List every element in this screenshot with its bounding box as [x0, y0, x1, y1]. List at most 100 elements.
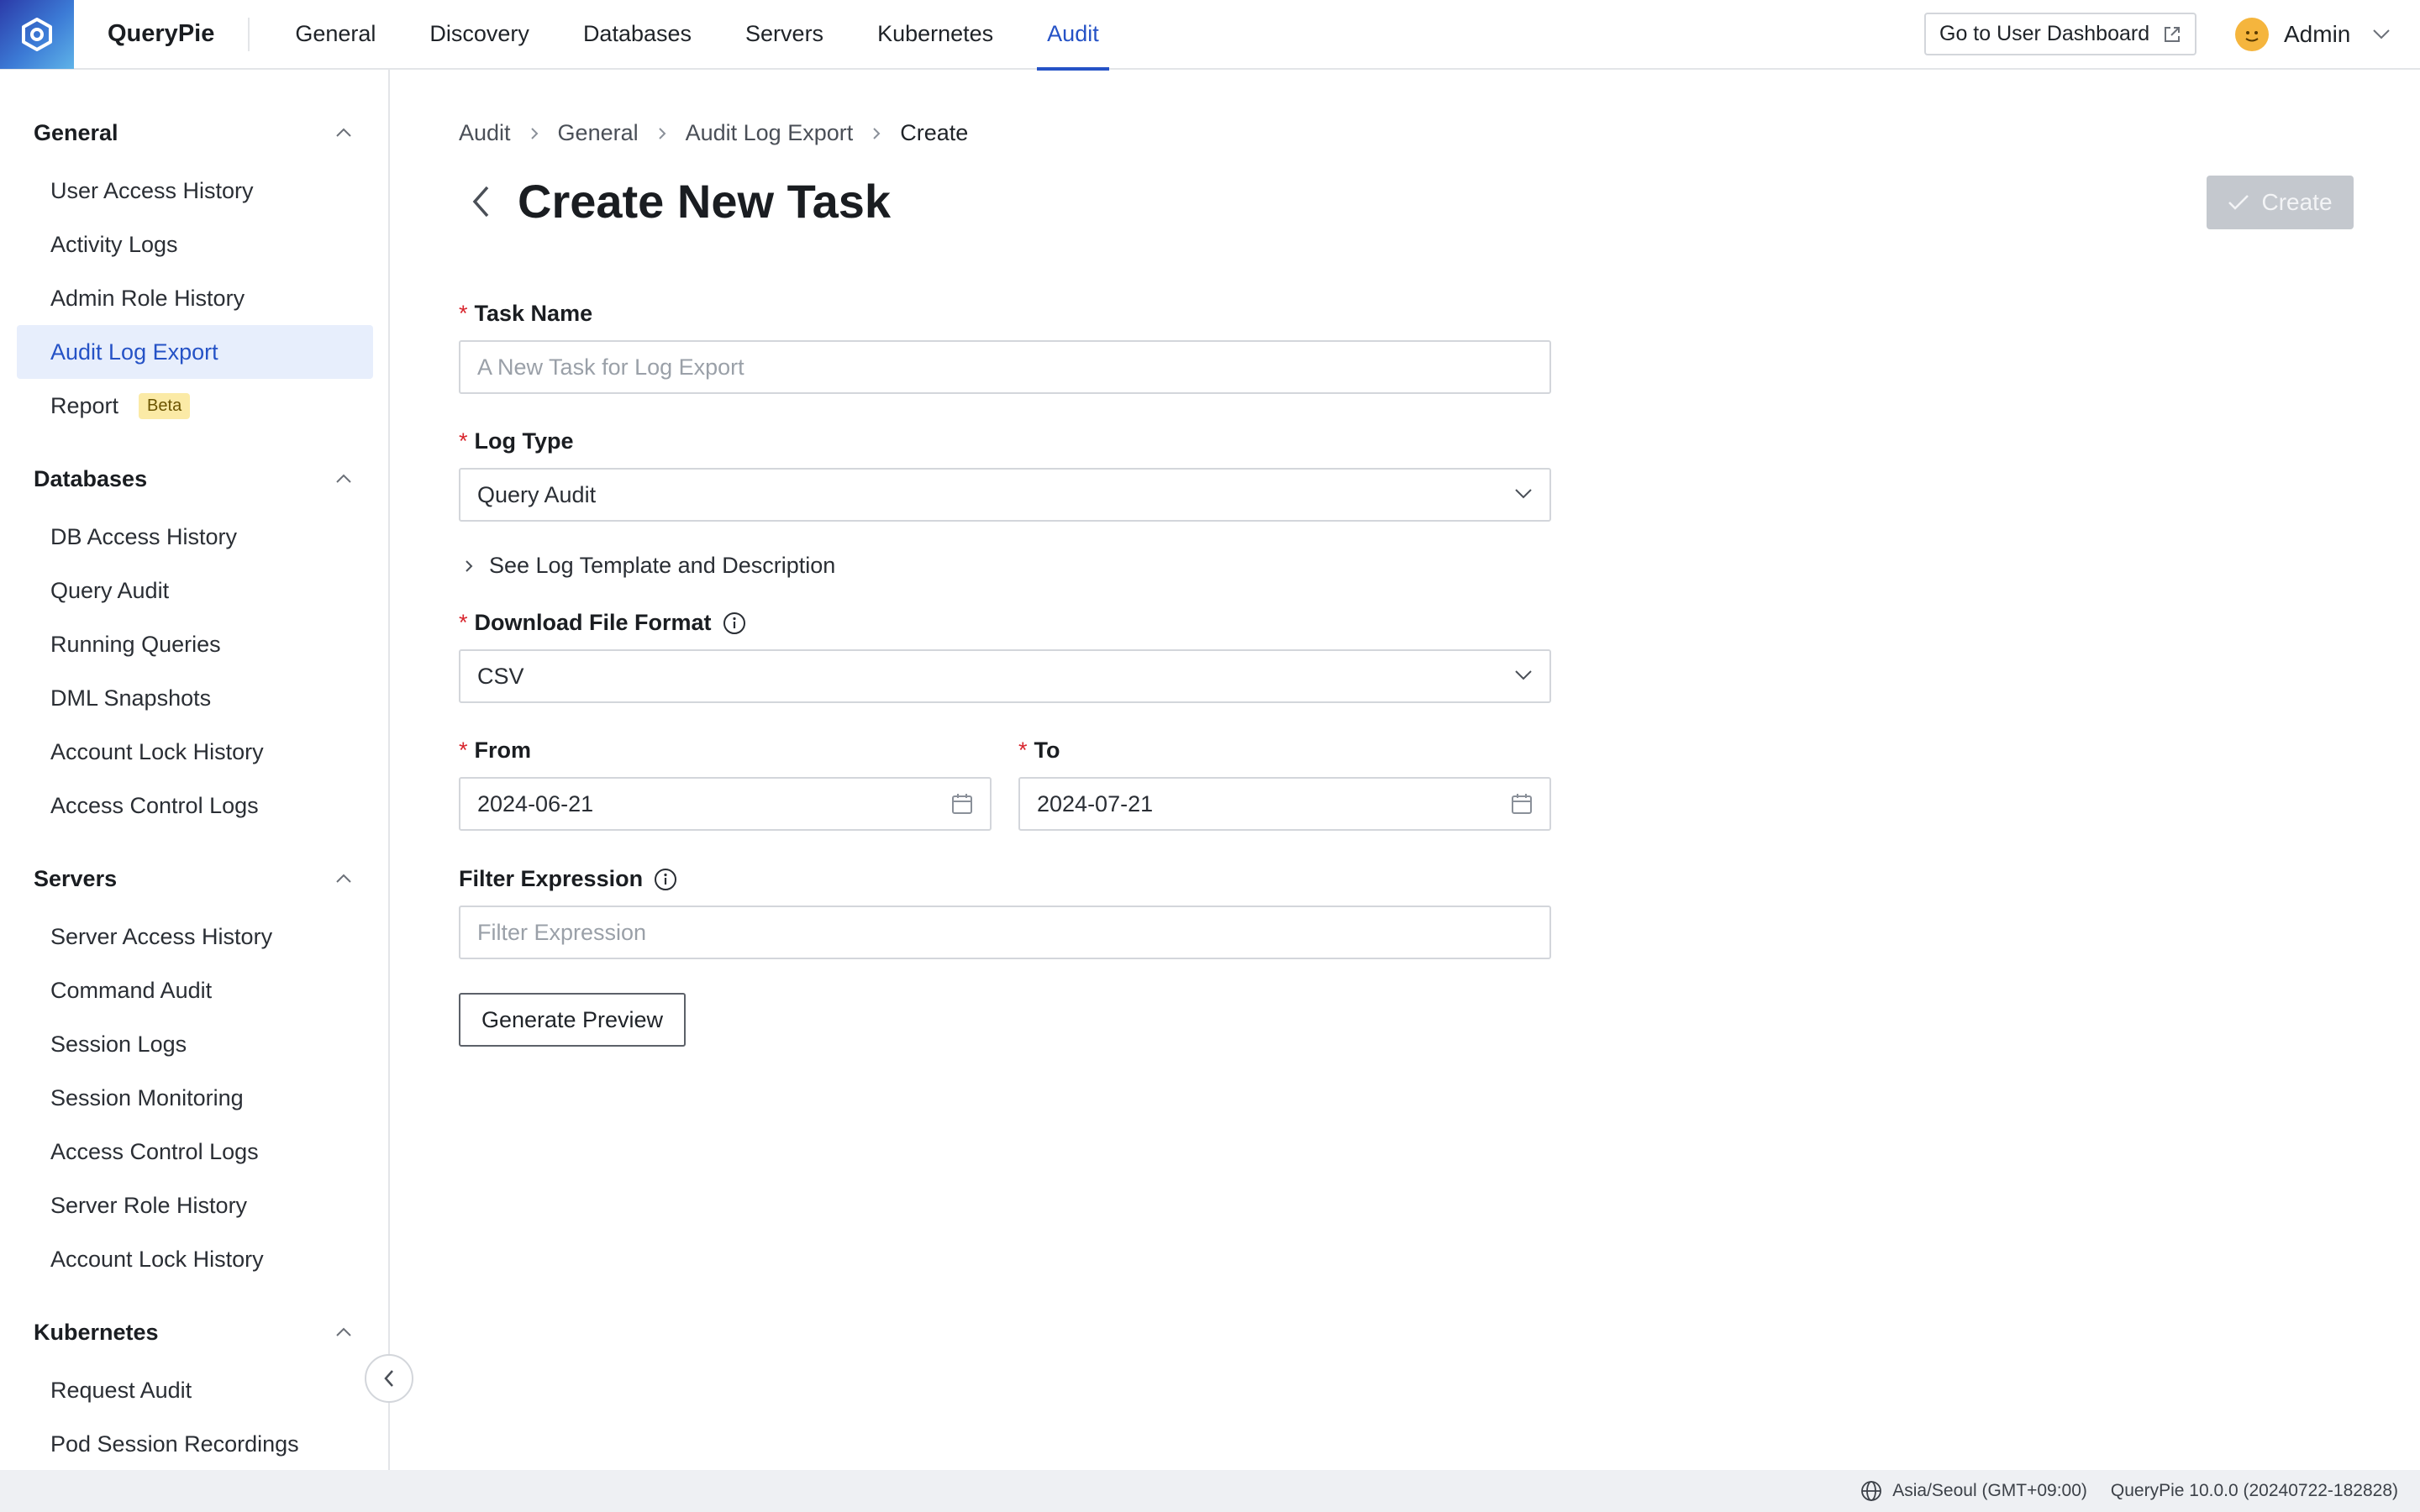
sidebar-item-query-audit[interactable]: Query Audit — [17, 564, 373, 617]
sidebar-item-audit-log-export[interactable]: Audit Log Export — [17, 325, 373, 379]
top-nav-servers[interactable]: Servers — [745, 0, 823, 69]
task-name-input[interactable] — [477, 354, 1549, 381]
sidebar-item-server-access-control-logs[interactable]: Access Control Logs — [17, 1125, 373, 1179]
filter-expression-field[interactable] — [459, 906, 1551, 959]
chevron-up-icon[interactable] — [334, 127, 353, 139]
sidebar-item-user-access-history[interactable]: User Access History — [17, 164, 373, 218]
sidebar-section-kubernetes[interactable]: Kubernetes — [34, 1320, 159, 1346]
sidebar-item-pod-session-recordings[interactable]: Pod Session Recordings — [17, 1417, 373, 1471]
sidebar-item-server-role-history[interactable]: Server Role History — [17, 1179, 373, 1232]
chevron-down-icon — [1515, 670, 1532, 680]
file-format-select[interactable]: CSV — [459, 649, 1551, 703]
task-name-field[interactable] — [459, 340, 1551, 394]
required-asterisk: * — [459, 428, 468, 454]
from-date-field[interactable]: 2024-06-21 — [459, 777, 992, 831]
external-link-icon — [2165, 27, 2180, 42]
breadcrumb: Audit General Audit Log Export Create — [459, 120, 968, 146]
log-type-value: Query Audit — [477, 481, 597, 507]
top-nav-audit[interactable]: Audit — [1037, 0, 1109, 71]
sidebar-item-report[interactable]: Report Beta — [17, 379, 373, 433]
log-template-toggle[interactable]: See Log Template and Description — [459, 553, 835, 579]
top-nav-discovery[interactable]: Discovery — [429, 0, 529, 69]
sidebar-item-command-audit[interactable]: Command Audit — [17, 963, 373, 1017]
from-label: * From — [459, 738, 531, 764]
sidebar-item-label: Access Control Logs — [50, 1138, 259, 1164]
sidebar-item-label: Running Queries — [50, 631, 221, 657]
sidebar-item-label: Account Lock History — [50, 738, 264, 764]
info-icon[interactable] — [653, 867, 678, 892]
filter-expression-label: Filter Expression — [459, 866, 678, 892]
sidebar-item-server-access-history[interactable]: Server Access History — [17, 910, 373, 963]
sidebar-item-running-queries[interactable]: Running Queries — [17, 617, 373, 671]
filter-expression-input[interactable] — [477, 919, 1549, 946]
sidebar-item-label: Account Lock History — [50, 1246, 264, 1272]
beta-badge: Beta — [139, 392, 191, 419]
log-template-toggle-label: See Log Template and Description — [489, 553, 836, 578]
top-nav-general[interactable]: General — [295, 0, 376, 69]
sidebar-item-label: Access Control Logs — [50, 792, 259, 818]
sidebar-section-databases[interactable]: Databases — [34, 466, 147, 492]
version-label: QueryPie 10.0.0 (20240722-182828) — [2110, 1481, 2398, 1500]
sidebar-section-servers[interactable]: Servers — [34, 866, 117, 892]
breadcrumb-audit-log-export[interactable]: Audit Log Export — [686, 120, 854, 146]
to-label: * To — [1018, 738, 1060, 764]
top-navigation-bar: QueryPie General Discovery Databases Ser… — [0, 0, 2420, 71]
sidebar: General User Access History Activity Log… — [0, 70, 390, 1470]
globe-icon — [1861, 1481, 1882, 1501]
chevron-right-icon — [466, 559, 473, 572]
sidebar-item-admin-role-history[interactable]: Admin Role History — [17, 271, 373, 325]
breadcrumb-audit[interactable]: Audit — [459, 120, 511, 146]
info-icon[interactable] — [722, 611, 747, 636]
sidebar-item-label: Admin Role History — [50, 285, 245, 311]
to-date-field[interactable]: 2024-07-21 — [1018, 777, 1551, 831]
sidebar-item-request-audit[interactable]: Request Audit — [17, 1363, 373, 1417]
app-name: QueryPie — [108, 20, 215, 47]
sidebar-item-db-access-control-logs[interactable]: Access Control Logs — [17, 779, 373, 832]
sidebar-item-server-account-lock-history[interactable]: Account Lock History — [17, 1232, 373, 1286]
sidebar-item-db-access-history[interactable]: DB Access History — [17, 510, 373, 564]
log-type-label: * Log Type — [459, 428, 574, 454]
sidebar-item-session-logs[interactable]: Session Logs — [17, 1017, 373, 1071]
back-button[interactable] — [464, 181, 497, 223]
sidebar-item-label: Request Audit — [50, 1377, 192, 1403]
top-divider — [248, 17, 250, 51]
page-title: Create New Task — [518, 175, 892, 228]
chevron-right-icon — [871, 125, 881, 142]
log-type-select[interactable]: Query Audit — [459, 468, 1551, 522]
calendar-icon[interactable] — [951, 792, 973, 816]
sidebar-item-label: Query Audit — [50, 577, 170, 603]
sidebar-item-label: DB Access History — [50, 523, 238, 549]
querypie-logo[interactable] — [0, 0, 74, 69]
sidebar-item-label: Server Access History — [50, 923, 273, 949]
timezone-label: Asia/Seoul (GMT+09:00) — [1892, 1481, 2087, 1500]
calendar-icon[interactable] — [1511, 792, 1533, 816]
chevron-right-icon — [529, 125, 539, 142]
breadcrumb-general[interactable]: General — [558, 120, 639, 146]
main-content: Audit General Audit Log Export Create Cr… — [390, 70, 2420, 1470]
go-to-user-dashboard-button[interactable]: Go to User Dashboard — [1924, 13, 2196, 55]
sidebar-item-label: User Access History — [50, 177, 254, 203]
sidebar-item-session-monitoring[interactable]: Session Monitoring — [17, 1071, 373, 1125]
top-nav-kubernetes[interactable]: Kubernetes — [877, 0, 993, 69]
chevron-up-icon[interactable] — [334, 873, 353, 885]
status-footer: Asia/Seoul (GMT+09:00) QueryPie 10.0.0 (… — [0, 1470, 2420, 1512]
sidebar-item-label: Activity Logs — [50, 231, 178, 257]
top-nav-databases[interactable]: Databases — [583, 0, 692, 69]
user-name: Admin — [2284, 21, 2351, 47]
sidebar-item-label: Pod Session Recordings — [50, 1431, 299, 1457]
from-label-text: From — [474, 738, 532, 763]
chevron-up-icon[interactable] — [334, 473, 353, 485]
sidebar-item-dml-snapshots[interactable]: DML Snapshots — [17, 671, 373, 725]
file-format-label-text: Download File Format — [474, 610, 712, 635]
generate-preview-button[interactable]: Generate Preview — [459, 993, 686, 1047]
sidebar-item-activity-logs[interactable]: Activity Logs — [17, 218, 373, 271]
avatar-face-icon — [2245, 31, 2259, 42]
user-menu[interactable]: Admin — [2235, 15, 2391, 54]
timezone-selector[interactable]: Asia/Seoul (GMT+09:00) — [1860, 1480, 2087, 1502]
to-label-text: To — [1034, 738, 1060, 763]
task-name-label-text: Task Name — [474, 301, 593, 326]
sidebar-section-general[interactable]: General — [34, 120, 118, 146]
create-button[interactable]: Create — [2207, 176, 2354, 229]
sidebar-item-db-account-lock-history[interactable]: Account Lock History — [17, 725, 373, 779]
chevron-up-icon[interactable] — [334, 1326, 353, 1338]
